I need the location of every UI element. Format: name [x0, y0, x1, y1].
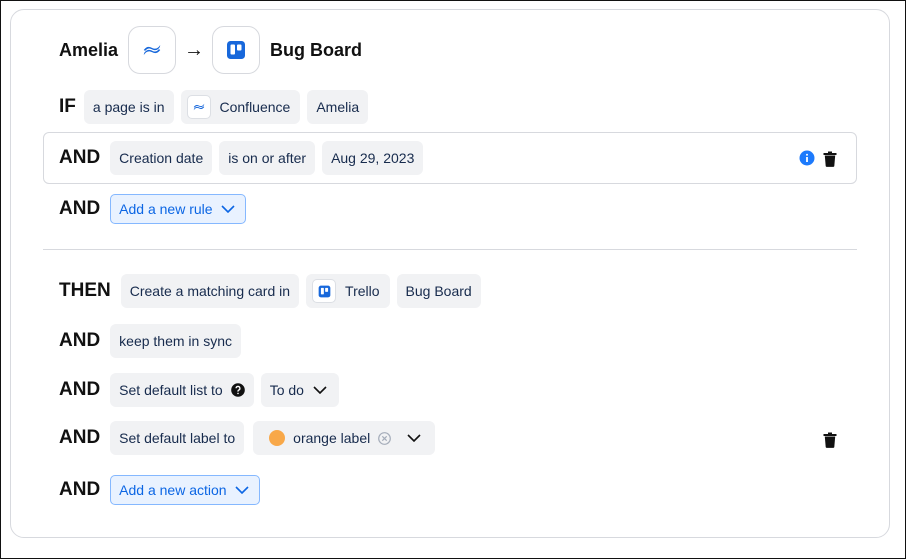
default-list-chip[interactable]: Set default list to	[110, 373, 254, 407]
add-action-row: AND Add a new action	[59, 473, 260, 507]
section-divider	[43, 249, 857, 250]
info-icon[interactable]	[799, 150, 815, 166]
trigger-row: IF a page is in Confluence Amelia	[59, 90, 375, 124]
default-list-value: To do	[269, 382, 304, 398]
default-list-select[interactable]: To do	[260, 373, 339, 407]
target-name: Bug Board	[270, 39, 363, 60]
add-rule-row: AND Add a new rule	[59, 192, 246, 226]
trigger-condition-chip[interactable]: a page is in	[83, 90, 174, 124]
action-row: THEN Create a matching card in Trello Bu…	[59, 274, 488, 308]
confluence-app-tile	[128, 26, 177, 74]
add-action-button[interactable]: Add a new action	[110, 475, 260, 505]
default-label-chip[interactable]: Set default label to	[110, 421, 245, 455]
default-list-text: Set default list to	[119, 382, 223, 398]
and-keyword: AND	[59, 479, 101, 500]
automation-rule-card: Amelia → Bug Board IF a page is in Confl…	[10, 9, 890, 538]
trello-icon	[227, 41, 246, 59]
and-keyword: AND	[59, 330, 101, 351]
action-app-label: Trello	[345, 283, 380, 299]
add-action-label: Add a new action	[119, 482, 227, 498]
sync-chip[interactable]: keep them in sync	[110, 324, 242, 358]
action-board-chip[interactable]: Bug Board	[396, 274, 481, 308]
rule-operator-chip[interactable]: is on or after	[219, 141, 316, 175]
action-text-chip[interactable]: Create a matching card in	[120, 274, 300, 308]
trello-app-tile	[212, 26, 261, 74]
sync-row: AND keep them in sync	[59, 324, 248, 358]
and-keyword: AND	[59, 198, 101, 219]
chevron-down-icon	[313, 386, 327, 394]
trello-icon-box	[312, 279, 337, 303]
rule-row: AND Creation date is on or after Aug 29,…	[59, 141, 430, 175]
question-help-icon[interactable]	[230, 383, 245, 397]
arrow-icon: →	[184, 38, 205, 61]
chevron-down-icon	[407, 434, 421, 442]
then-keyword: THEN	[59, 280, 111, 301]
trello-icon	[318, 285, 330, 297]
add-rule-button[interactable]: Add a new rule	[110, 194, 246, 224]
delete-label-trash-icon[interactable]	[822, 431, 838, 449]
default-label-row: AND Set default label to orange label	[59, 421, 442, 455]
chevron-down-icon	[221, 205, 235, 213]
confluence-icon	[143, 44, 161, 56]
confluence-icon-box	[186, 95, 211, 119]
default-list-row: AND Set default list to To do	[59, 373, 346, 407]
trigger-app-chip[interactable]: Confluence	[180, 90, 301, 124]
rule-header: Amelia → Bug Board	[59, 26, 362, 74]
and-keyword: AND	[59, 379, 101, 400]
action-app-chip[interactable]: Trello	[306, 274, 390, 308]
rule-field-chip[interactable]: Creation date	[110, 141, 213, 175]
source-name: Amelia	[59, 39, 119, 60]
delete-rule-trash-icon[interactable]	[822, 150, 838, 168]
and-keyword: AND	[59, 147, 101, 168]
default-label-value: orange label	[293, 430, 371, 446]
if-keyword: IF	[59, 96, 76, 117]
default-label-select[interactable]: orange label	[253, 421, 436, 455]
add-rule-label: Add a new rule	[119, 201, 213, 217]
trigger-app-label: Confluence	[219, 99, 291, 115]
trigger-space-chip[interactable]: Amelia	[307, 90, 369, 124]
rule-value-chip[interactable]: Aug 29, 2023	[322, 141, 424, 175]
confluence-icon	[193, 103, 204, 111]
and-keyword: AND	[59, 427, 101, 448]
clear-icon[interactable]	[378, 431, 392, 445]
orange-color-dot	[269, 430, 286, 446]
chevron-down-icon	[235, 486, 249, 494]
